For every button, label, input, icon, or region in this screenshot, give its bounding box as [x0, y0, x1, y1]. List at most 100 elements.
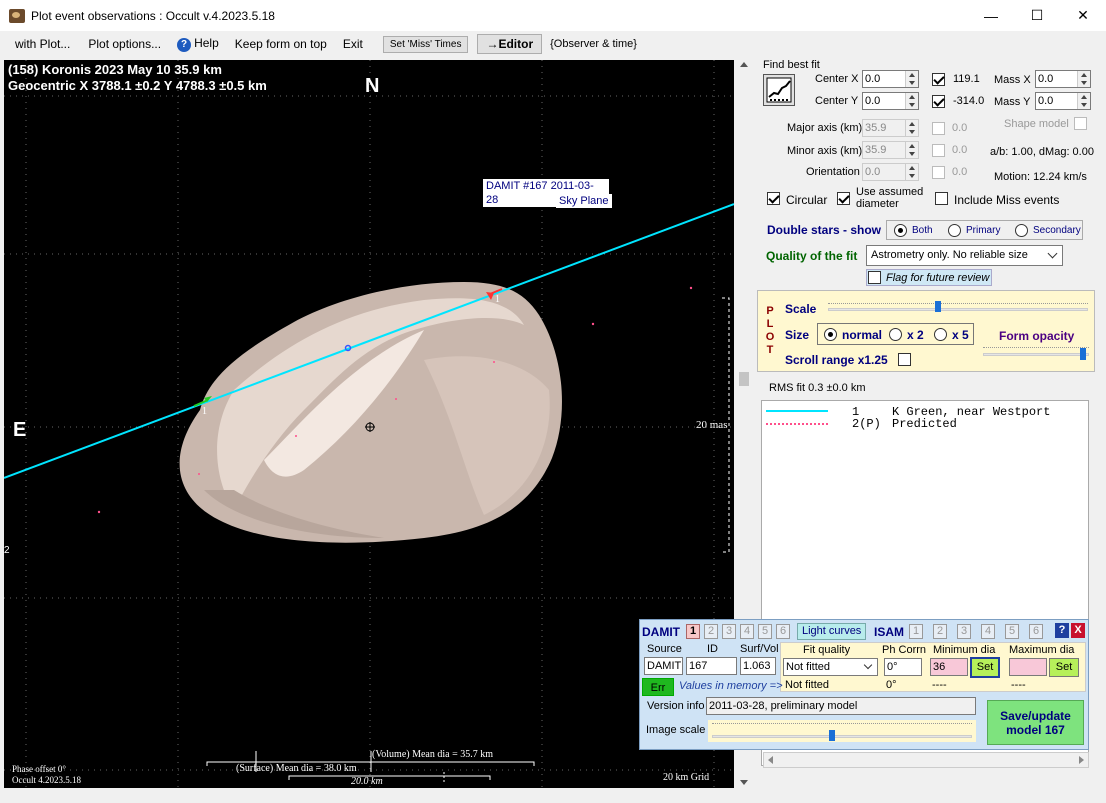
isam-tab-6[interactable]: 6	[1029, 624, 1043, 639]
scroll-right-icon[interactable]	[1079, 756, 1084, 764]
menu-keep-on-top[interactable]: Keep form on top	[227, 37, 335, 51]
editor-button[interactable]: →Editor	[477, 34, 543, 54]
damit-tab-6[interactable]: 6	[776, 624, 790, 639]
flag-review-box: Flag for future review	[866, 269, 992, 286]
secondary-radio[interactable]	[1015, 224, 1028, 237]
orientation-checkbox[interactable]	[932, 166, 945, 179]
legend-hscroll[interactable]	[763, 752, 1089, 768]
image-scale-slider[interactable]	[708, 720, 976, 742]
circular-checkbox[interactable]	[767, 192, 780, 205]
scroll-up-icon[interactable]	[740, 62, 748, 67]
center-x-spinner[interactable]	[905, 71, 918, 87]
x2-radio[interactable]	[889, 328, 902, 341]
surf-vol-field[interactable]: 1.063	[740, 657, 776, 675]
image-scale-thumb[interactable]	[829, 730, 835, 741]
version-info-field[interactable]: 2011-03-28, preliminary model	[706, 697, 976, 715]
plot-settings-panel: PLOT Scale Size normal x 2 x 5 Form opac…	[757, 290, 1095, 372]
form-opacity-slider[interactable]	[983, 347, 1089, 361]
damit-help-button[interactable]: ?	[1055, 623, 1069, 638]
close-button[interactable]: ✕	[1060, 0, 1106, 31]
scale-slider[interactable]	[828, 301, 1088, 313]
both-radio[interactable]	[894, 224, 907, 237]
minor-axis-spinner[interactable]	[905, 142, 918, 158]
use-assumed-checkbox[interactable]	[837, 192, 850, 205]
menu-with-plot[interactable]: with Plot...	[7, 37, 78, 51]
fit-quality-select[interactable]: Not fitted	[783, 658, 878, 676]
minimize-button[interactable]: —	[968, 0, 1014, 31]
quality-fit-label: Quality of the fit	[766, 249, 858, 263]
legend-line-1	[766, 410, 828, 412]
mem-max-value: ----	[1011, 679, 1026, 691]
source-field[interactable]: DAMIT	[644, 657, 683, 675]
major-axis-label: Major axis (km)	[787, 122, 863, 134]
isam-tab-4[interactable]: 4	[981, 624, 995, 639]
mass-y-label: Mass Y	[994, 96, 1031, 108]
primary-radio[interactable]	[948, 224, 961, 237]
menu-plot-options[interactable]: Plot options...	[80, 37, 169, 51]
set-max-button[interactable]: Set	[1049, 658, 1079, 677]
light-curves-button[interactable]: Light curves	[797, 623, 867, 640]
damit-tab-1[interactable]: 1	[686, 624, 700, 639]
shape-model-checkbox[interactable]	[1074, 117, 1087, 130]
scroll-thumb[interactable]	[739, 372, 749, 386]
major-axis-input[interactable]: 35.9	[862, 119, 919, 137]
orientation-spinner[interactable]	[905, 164, 918, 180]
minimum-dia-label: Minimum dia	[933, 644, 996, 656]
mass-x-label: Mass X	[994, 74, 1031, 86]
find-best-fit-button[interactable]	[763, 74, 795, 106]
save-update-model-button[interactable]: Save/update model 167	[987, 700, 1084, 745]
ph-corrn-field[interactable]: 0°	[884, 658, 922, 676]
damit-tab-2[interactable]: 2	[704, 624, 718, 639]
x5-radio[interactable]	[934, 328, 947, 341]
err-button[interactable]: Err	[642, 678, 674, 696]
maximize-button[interactable]: ☐	[1014, 0, 1060, 31]
maximum-dia-label: Maximum dia	[1009, 644, 1075, 656]
flag-review-checkbox[interactable]	[868, 271, 881, 284]
damit-tab-4[interactable]: 4	[740, 624, 754, 639]
id-field[interactable]: 167	[686, 657, 737, 675]
quality-fit-select[interactable]: Astrometry only. No reliable size	[866, 245, 1063, 266]
form-opacity-thumb[interactable]	[1080, 348, 1086, 360]
damit-close-button[interactable]: X	[1071, 623, 1085, 638]
plot-vertical-label: PLOT	[765, 305, 775, 356]
menu-exit[interactable]: Exit	[335, 37, 371, 51]
scale-slider-thumb[interactable]	[935, 301, 941, 312]
min-dia-field[interactable]: 36	[930, 658, 968, 676]
isam-tab-1[interactable]: 1	[909, 624, 923, 639]
mass-y-input[interactable]: 0.0	[1035, 92, 1091, 110]
damit-tab-3[interactable]: 3	[722, 624, 736, 639]
minor-axis-input[interactable]: 35.9	[862, 141, 919, 159]
scroll-down-icon[interactable]	[740, 780, 748, 785]
scale-label: Scale	[785, 302, 817, 316]
major-axis-spinner[interactable]	[905, 120, 918, 136]
include-miss-checkbox[interactable]	[935, 192, 948, 205]
set-miss-times-button[interactable]: Set 'Miss' Times	[382, 35, 469, 53]
isam-tab-3[interactable]: 3	[957, 624, 971, 639]
center-y-input[interactable]: 0.0	[862, 92, 919, 110]
menu-help[interactable]: ? Help	[169, 36, 227, 52]
max-dia-field[interactable]	[1009, 658, 1047, 676]
plot-area[interactable]: 1 1 (158) Koronis 2023 May 10 35.9 km Ge…	[4, 60, 734, 788]
fit-quality-area: Fit quality Ph Corrn Minimum dia Maximum…	[780, 642, 1086, 692]
minor-axis-checkbox[interactable]	[932, 144, 945, 157]
mass-x-input[interactable]: 0.0	[1035, 70, 1091, 88]
center-y-checkbox[interactable]	[932, 95, 945, 108]
scroll-left-icon[interactable]	[768, 756, 773, 764]
source-label: Source	[647, 643, 682, 655]
set-min-button[interactable]: Set	[970, 657, 1000, 678]
legend-num-2: 2(P)	[852, 417, 881, 431]
damit-tab-5[interactable]: 5	[758, 624, 772, 639]
window-title: Plot event observations : Occult v.4.202…	[31, 8, 275, 23]
orientation-input[interactable]: 0.0	[862, 163, 919, 181]
center-y-spinner[interactable]	[905, 93, 918, 109]
scroll-range-checkbox[interactable]	[898, 353, 911, 366]
mass-x-spinner[interactable]	[1077, 71, 1090, 87]
normal-radio[interactable]	[824, 328, 837, 341]
isam-tab-2[interactable]: 2	[933, 624, 947, 639]
mass-y-spinner[interactable]	[1077, 93, 1090, 109]
center-x-checkbox[interactable]	[932, 73, 945, 86]
center-x-input[interactable]: 0.0	[862, 70, 919, 88]
isam-tab-5[interactable]: 5	[1005, 624, 1019, 639]
major-axis-checkbox[interactable]	[932, 122, 945, 135]
phase-offset-label: Phase offset 0°	[12, 764, 66, 774]
